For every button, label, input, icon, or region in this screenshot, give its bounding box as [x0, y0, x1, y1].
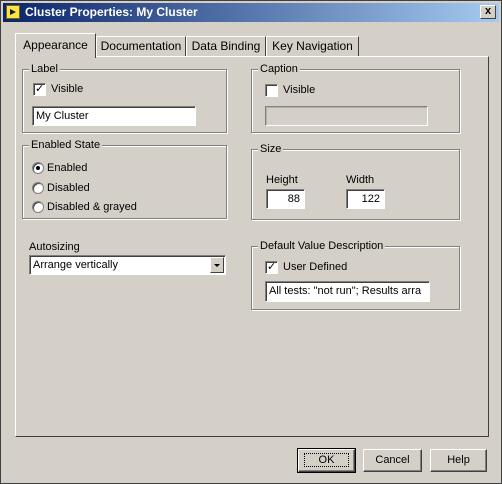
enabled-state-title: Enabled State: [29, 138, 103, 152]
tab-appearance[interactable]: Appearance: [15, 33, 96, 58]
user-defined-label: User Defined: [283, 261, 348, 273]
radio-disabled-grayed-label: Disabled & grayed: [47, 201, 137, 213]
tab-data-binding[interactable]: Data Binding: [186, 36, 266, 56]
tab-documentation[interactable]: Documentation: [96, 36, 186, 56]
caption-visible-checkbox[interactable]: [265, 84, 278, 97]
appearance-panel: Label Visible My Cluster Caption Visible…: [15, 56, 489, 437]
close-button[interactable]: x: [480, 5, 496, 19]
radio-enabled-label: Enabled: [47, 162, 88, 174]
chevron-down-icon[interactable]: [210, 257, 224, 273]
label-group-title: Label: [29, 62, 60, 76]
label-visible-text: Visible: [51, 83, 84, 95]
label-text-field[interactable]: My Cluster: [32, 106, 196, 126]
autosizing-value: Arrange vertically: [33, 259, 118, 271]
enabled-state-group: Enabled State Enabled Disabled Disabled …: [22, 138, 227, 219]
window-title: Cluster Properties: My Cluster: [25, 5, 198, 19]
width-field[interactable]: 122: [346, 189, 385, 209]
properties-dialog: Cluster Properties: My Cluster x Appeara…: [0, 0, 502, 484]
autosizing-label: Autosizing: [29, 241, 80, 253]
height-field[interactable]: 88: [266, 189, 305, 209]
autosizing-select[interactable]: Arrange vertically: [29, 255, 226, 275]
radio-disabled-label: Disabled: [47, 182, 90, 194]
width-label: Width: [346, 174, 375, 186]
close-icon: x: [484, 5, 492, 17]
size-group-title: Size: [258, 142, 284, 156]
radio-disabled[interactable]: [32, 182, 44, 194]
default-value-title: Default Value Description: [258, 239, 386, 253]
radio-disabled-grayed[interactable]: [32, 201, 44, 213]
label-group: Label Visible My Cluster: [22, 62, 227, 133]
caption-group-title: Caption: [258, 62, 300, 76]
title-bar[interactable]: Cluster Properties: My Cluster x: [3, 3, 499, 22]
ok-label: OK: [303, 453, 350, 467]
default-value-field[interactable]: All tests: "not run"; Results arra: [265, 281, 430, 302]
user-defined-checkbox[interactable]: [265, 260, 278, 274]
cancel-button[interactable]: Cancel: [363, 449, 422, 472]
radio-enabled[interactable]: [32, 162, 44, 174]
caption-visible-text: Visible: [283, 84, 316, 96]
label-visible-checkbox[interactable]: [33, 82, 46, 96]
tab-key-navigation[interactable]: Key Navigation: [266, 36, 359, 56]
height-label: Height: [266, 174, 298, 186]
default-value-group: Default Value Description User Defined A…: [251, 239, 460, 310]
ok-button[interactable]: OK: [297, 448, 356, 473]
help-button[interactable]: Help: [430, 449, 487, 472]
size-group: Size Height 88 Width 122: [251, 142, 460, 220]
labview-vi-icon: [6, 5, 20, 19]
caption-group: Caption Visible: [251, 62, 460, 133]
caption-text-field[interactable]: [265, 106, 428, 126]
